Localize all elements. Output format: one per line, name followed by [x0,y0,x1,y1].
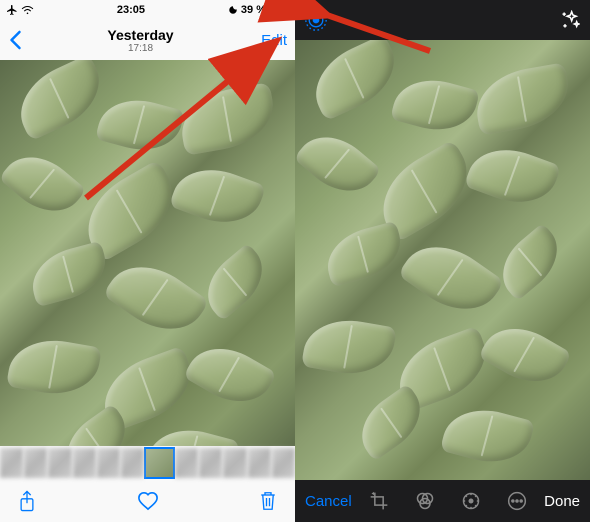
back-button[interactable] [0,30,30,50]
edit-top-bar [295,0,590,40]
share-icon[interactable] [18,490,36,512]
edit-button[interactable]: Edit [251,32,295,49]
thumbnail-selected[interactable] [145,448,174,478]
wifi-icon [21,5,34,15]
nav-bar: Yesterday 17:18 Edit [0,20,295,60]
live-photo-icon[interactable] [305,9,327,31]
photos-view-screen: 23:05 39 % Yesterday 17:18 Edit [0,0,295,522]
edit-toolbar: Cancel Done [295,480,590,522]
airplane-mode-icon [6,4,18,16]
status-clock: 23:05 [117,4,145,16]
magic-enhance-icon[interactable] [560,10,580,30]
more-options-icon[interactable] [507,491,527,511]
adjust-light-icon[interactable] [461,491,481,511]
thumbnail-strip[interactable] [0,446,295,480]
favorite-heart-icon[interactable] [137,491,159,511]
moon-dnd-icon [228,5,238,15]
bottom-toolbar [0,480,295,522]
nav-title: Yesterday 17:18 [30,27,251,54]
photo-edit-canvas[interactable] [295,40,590,480]
trash-icon[interactable] [259,490,277,512]
battery-percent: 39 % [241,4,266,16]
nav-title-day: Yesterday [30,27,251,43]
filters-icon[interactable] [415,491,435,511]
cancel-button[interactable]: Cancel [305,493,352,510]
photo-edit-screen: Cancel Done [295,0,590,522]
battery-icon [269,6,289,15]
nav-title-time: 17:18 [30,43,251,54]
done-button[interactable]: Done [544,493,580,510]
crop-rotate-icon[interactable] [369,491,389,511]
status-bar: 23:05 39 % [0,0,295,20]
photo-display[interactable] [0,60,295,446]
